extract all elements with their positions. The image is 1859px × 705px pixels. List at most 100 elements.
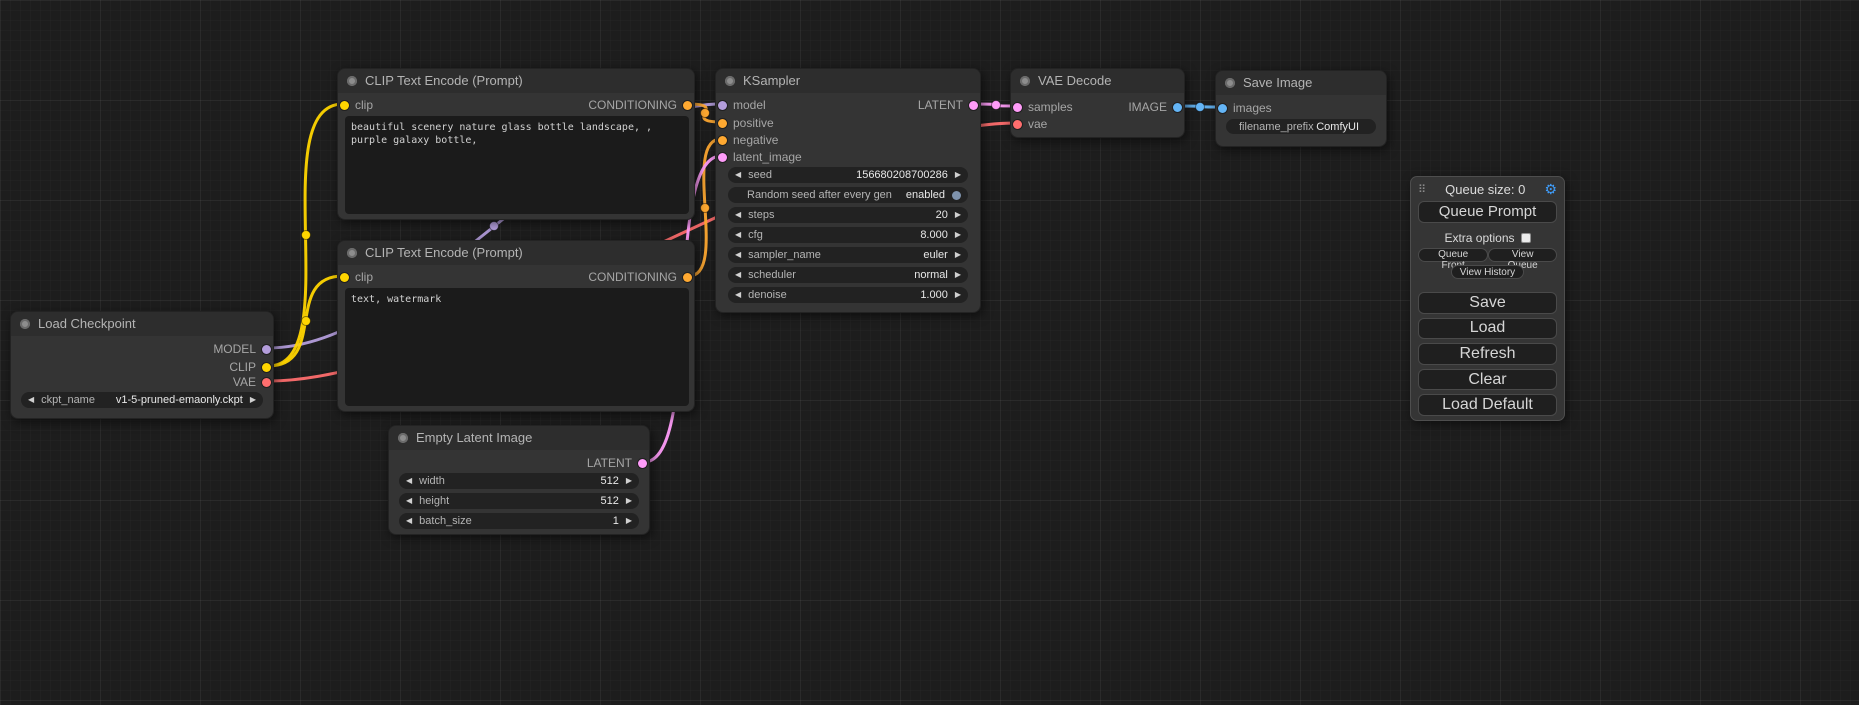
input-dot-images[interactable] — [1218, 104, 1227, 113]
increment-arrow-icon[interactable]: ▶ — [955, 267, 961, 283]
slot-label: clip — [355, 270, 373, 284]
widget-seed[interactable]: ◀ seed 156680208700286 ▶ — [728, 167, 968, 183]
input-dot-samples[interactable] — [1013, 103, 1022, 112]
increment-arrow-icon[interactable]: ▶ — [955, 287, 961, 303]
output-dot-conditioning[interactable] — [683, 101, 692, 110]
input-dot-latent-image[interactable] — [718, 153, 727, 162]
decrement-arrow-icon[interactable]: ◀ — [735, 207, 741, 223]
decrement-arrow-icon[interactable]: ◀ — [735, 247, 741, 263]
decrement-arrow-icon[interactable]: ◀ — [406, 513, 412, 529]
slot-label: model — [733, 98, 766, 112]
collapse-dot[interactable] — [347, 248, 357, 258]
widget-value: euler — [923, 249, 947, 261]
decrement-arrow-icon[interactable]: ◀ — [735, 267, 741, 283]
widget-batch-size[interactable]: ◀ batch_size 1 ▶ — [399, 513, 639, 529]
node-title-bar[interactable]: Save Image — [1216, 71, 1386, 95]
input-dot-model[interactable] — [718, 101, 727, 110]
output-dot-vae[interactable] — [262, 378, 271, 387]
toggle-indicator[interactable] — [952, 191, 961, 200]
output-dot-latent[interactable] — [638, 459, 647, 468]
view-history-button[interactable]: View History — [1451, 265, 1524, 279]
input-dot-clip[interactable] — [340, 101, 349, 110]
collapse-dot[interactable] — [1225, 78, 1235, 88]
widget-width[interactable]: ◀ width 512 ▶ — [399, 473, 639, 489]
node-clip-text-encode-positive[interactable]: CLIP Text Encode (Prompt) clip CONDITION… — [337, 68, 695, 220]
input-dot-vae[interactable] — [1013, 120, 1022, 129]
slot-label: MODEL — [213, 342, 256, 356]
prompt-textarea[interactable]: beautiful scenery nature glass bottle la… — [345, 116, 689, 214]
collapse-dot[interactable] — [20, 319, 30, 329]
node-title-bar[interactable]: Empty Latent Image — [389, 426, 649, 450]
widget-scheduler[interactable]: ◀ scheduler normal ▶ — [728, 267, 968, 283]
node-title-bar[interactable]: CLIP Text Encode (Prompt) — [338, 69, 694, 93]
refresh-button[interactable]: Refresh — [1418, 343, 1557, 365]
queue-prompt-button[interactable]: Queue Prompt — [1418, 201, 1557, 224]
widget-name: denoise — [748, 289, 787, 301]
node-load-checkpoint[interactable]: Load Checkpoint MODEL CLIP VAE ◀ ckpt_na… — [10, 311, 274, 419]
decrement-arrow-icon[interactable]: ◀ — [735, 227, 741, 243]
clear-button[interactable]: Clear — [1418, 369, 1557, 391]
widget-random-seed-toggle[interactable]: Random seed after every gen enabled — [728, 187, 968, 203]
decrement-arrow-icon[interactable]: ◀ — [28, 392, 34, 408]
increment-arrow-icon[interactable]: ▶ — [626, 513, 632, 529]
widget-value: 512 — [600, 495, 618, 507]
decrement-arrow-icon[interactable]: ◀ — [735, 287, 741, 303]
collapse-dot[interactable] — [398, 433, 408, 443]
increment-arrow-icon[interactable]: ▶ — [955, 227, 961, 243]
output-slot-latent: LATENT — [918, 98, 978, 112]
node-clip-text-encode-negative[interactable]: CLIP Text Encode (Prompt) clip CONDITION… — [337, 240, 695, 412]
graph-canvas[interactable]: Load Checkpoint MODEL CLIP VAE ◀ ckpt_na… — [0, 0, 1859, 705]
node-vae-decode[interactable]: VAE Decode samples vae IMAGE — [1010, 68, 1185, 138]
node-title-bar[interactable]: Load Checkpoint — [11, 312, 273, 336]
increment-arrow-icon[interactable]: ▶ — [955, 167, 961, 183]
collapse-dot[interactable] — [347, 76, 357, 86]
node-title: Empty Latent Image — [416, 430, 532, 445]
settings-gear-icon[interactable]: ⚙ — [1544, 182, 1557, 196]
output-dot-image[interactable] — [1173, 103, 1182, 112]
widget-sampler-name[interactable]: ◀ sampler_name euler ▶ — [728, 247, 968, 263]
widget-filename-prefix[interactable]: filename_prefix ComfyUI — [1226, 119, 1376, 134]
input-dot-positive[interactable] — [718, 119, 727, 128]
output-dot-conditioning[interactable] — [683, 273, 692, 282]
extra-options-checkbox[interactable] — [1521, 233, 1531, 243]
input-slot-model: model — [718, 98, 766, 112]
widget-ckpt-name[interactable]: ◀ ckpt_name v1-5-pruned-emaonly.ckpt ▶ — [21, 392, 263, 408]
output-dot-clip[interactable] — [262, 363, 271, 372]
input-dot-negative[interactable] — [718, 136, 727, 145]
widget-steps[interactable]: ◀ steps 20 ▶ — [728, 207, 968, 223]
increment-arrow-icon[interactable]: ▶ — [250, 392, 256, 408]
input-slot-vae: vae — [1013, 117, 1047, 131]
save-button[interactable]: Save — [1418, 292, 1557, 314]
slot-label: LATENT — [918, 98, 963, 112]
increment-arrow-icon[interactable]: ▶ — [955, 247, 961, 263]
node-title: Save Image — [1243, 75, 1312, 90]
widget-cfg[interactable]: ◀ cfg 8.000 ▶ — [728, 227, 968, 243]
input-slot-images: images — [1218, 101, 1272, 115]
increment-arrow-icon[interactable]: ▶ — [955, 207, 961, 223]
decrement-arrow-icon[interactable]: ◀ — [735, 167, 741, 183]
queue-front-button[interactable]: Queue Front — [1418, 248, 1488, 262]
node-title-bar[interactable]: KSampler — [716, 69, 980, 93]
collapse-dot[interactable] — [1020, 76, 1030, 86]
decrement-arrow-icon[interactable]: ◀ — [406, 493, 412, 509]
increment-arrow-icon[interactable]: ▶ — [626, 473, 632, 489]
widget-denoise[interactable]: ◀ denoise 1.000 ▶ — [728, 287, 968, 303]
output-dot-model[interactable] — [262, 345, 271, 354]
output-dot-latent[interactable] — [969, 101, 978, 110]
load-default-button[interactable]: Load Default — [1418, 394, 1557, 416]
output-slot-conditioning: CONDITIONING — [588, 98, 692, 112]
decrement-arrow-icon[interactable]: ◀ — [406, 473, 412, 489]
node-title-bar[interactable]: CLIP Text Encode (Prompt) — [338, 241, 694, 265]
node-title-bar[interactable]: VAE Decode — [1011, 69, 1184, 93]
input-dot-clip[interactable] — [340, 273, 349, 282]
view-queue-button[interactable]: View Queue — [1488, 248, 1557, 262]
node-empty-latent-image[interactable]: Empty Latent Image LATENT ◀ width 512 ▶ … — [388, 425, 650, 535]
node-save-image[interactable]: Save Image images filename_prefix ComfyU… — [1215, 70, 1387, 147]
drag-handle-icon[interactable]: ⠿ — [1418, 183, 1426, 196]
widget-height[interactable]: ◀ height 512 ▶ — [399, 493, 639, 509]
load-button[interactable]: Load — [1418, 318, 1557, 340]
increment-arrow-icon[interactable]: ▶ — [626, 493, 632, 509]
node-ksampler[interactable]: KSampler model positive negative latent_… — [715, 68, 981, 313]
collapse-dot[interactable] — [725, 76, 735, 86]
prompt-textarea[interactable]: text, watermark — [345, 288, 689, 406]
